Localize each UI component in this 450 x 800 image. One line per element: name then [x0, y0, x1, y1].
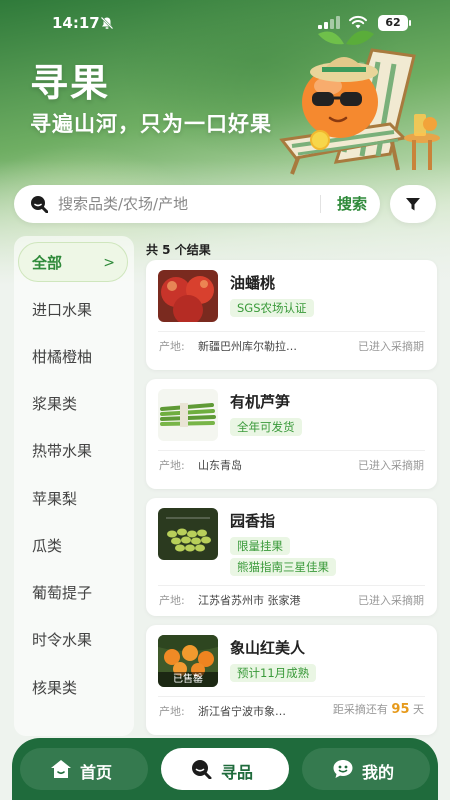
- category-sidebar: 全部 > 进口水果 柑橘橙柚 浆果类 热带水果 苹果梨 瓜类 葡萄提子 时令水果…: [14, 236, 134, 736]
- origin-value: 山东青岛: [198, 459, 242, 472]
- search-divider: [320, 195, 321, 213]
- product-image: [158, 270, 218, 322]
- search-bar: 搜索: [14, 185, 380, 223]
- nav-label: 首页: [80, 763, 113, 782]
- search-icon: [31, 196, 48, 213]
- mute-bell-icon: [100, 16, 114, 30]
- origin-label: 产地:: [159, 594, 185, 607]
- sidebar-item-all[interactable]: 全部 >: [18, 242, 128, 282]
- origin-label: 产地:: [159, 459, 185, 472]
- card-divider: [158, 331, 425, 332]
- product-name: 有机芦笋: [230, 393, 291, 411]
- sidebar-item-label: 葡萄提子: [32, 584, 93, 602]
- product-image: 已售罄: [158, 635, 218, 687]
- sidebar-item-label: 瓜类: [32, 537, 63, 555]
- harvest-countdown: 距采摘还有 95 天: [333, 701, 424, 717]
- card-divider: [158, 450, 425, 451]
- harvest-status: 已进入采摘期: [358, 340, 424, 353]
- product-tag: 熊猫指南三星佳果: [230, 558, 336, 576]
- product-image: [158, 508, 218, 560]
- sidebar-item-label: 进口水果: [32, 301, 93, 319]
- product-card[interactable]: 有机芦笋 全年可发货 产地: 山东青岛 已进入采摘期: [146, 379, 437, 489]
- sidebar-item-tropical[interactable]: 热带水果: [14, 431, 134, 471]
- search-icon: [192, 760, 212, 779]
- sidebar-item-berries[interactable]: 浆果类: [14, 384, 134, 424]
- origin-value: 江苏省苏州市 张家港: [198, 594, 301, 607]
- harvest-status: 已进入采摘期: [358, 459, 424, 472]
- product-name: 油蟠桃: [230, 274, 276, 292]
- chat-icon: [333, 760, 353, 778]
- card-divider: [158, 696, 425, 697]
- card-divider: [158, 585, 425, 586]
- product-name: 象山红美人: [230, 639, 306, 657]
- sidebar-item-label: 柑橘橙柚: [32, 348, 93, 366]
- sidebar-item-seasonal[interactable]: 时令水果: [14, 620, 134, 660]
- bottom-nav: 首页 寻品 我的: [12, 738, 438, 800]
- origin-value: 新疆巴州库尔勒拉…: [198, 340, 297, 353]
- product-card[interactable]: 油蟠桃 SGS农场认证 产地: 新疆巴州库尔勒拉… 已进入采摘期: [146, 260, 437, 370]
- nav-explore[interactable]: 寻品: [161, 748, 289, 790]
- sidebar-item-citrus[interactable]: 柑橘橙柚: [14, 337, 134, 377]
- origin-label: 产地:: [159, 705, 185, 718]
- nav-home[interactable]: 首页: [20, 748, 148, 790]
- filter-icon: [406, 198, 420, 211]
- countdown-prefix: 距采摘还有: [332, 703, 388, 716]
- origin-label: 产地:: [159, 340, 185, 353]
- sidebar-item-label: 热带水果: [32, 442, 93, 460]
- sidebar-item-label: 浆果类: [32, 395, 78, 413]
- product-tag: 全年可发货: [230, 418, 302, 436]
- status-time: 14:17: [52, 14, 100, 32]
- product-tag: SGS农场认证: [230, 299, 314, 317]
- sidebar-item-label: 苹果梨: [32, 490, 78, 508]
- product-card[interactable]: 园香指 限量挂果 熊猫指南三星佳果 产地: 江苏省苏州市 张家港 已进入采摘期: [146, 498, 437, 616]
- countdown-days: 95: [391, 702, 410, 717]
- harvest-status: 已进入采摘期: [358, 594, 424, 607]
- nav-label: 寻品: [221, 763, 254, 782]
- sidebar-item-label: 核果类: [32, 679, 78, 697]
- sidebar-item-apple-pear[interactable]: 苹果梨: [14, 479, 134, 519]
- countdown-suffix: 天: [413, 703, 424, 716]
- product-tag: 预计11月成熟: [230, 664, 317, 682]
- orange-mascot-illustration: [279, 30, 440, 175]
- sidebar-item-label: 全部: [32, 254, 63, 272]
- origin-value: 浙江省宁波市象…: [198, 705, 286, 718]
- sidebar-item-label: 时令水果: [32, 631, 93, 649]
- sold-out-badge: 已售罄: [158, 672, 218, 687]
- page-title: 寻果: [30, 61, 111, 105]
- sidebar-item-grapes[interactable]: 葡萄提子: [14, 573, 134, 613]
- product-card[interactable]: 已售罄 象山红美人 预计11月成熟 产地: 浙江省宁波市象… 距采摘还有 95 …: [146, 625, 437, 735]
- home-icon: [51, 760, 71, 778]
- result-count: 共 5 个结果: [146, 243, 211, 257]
- filter-button[interactable]: [390, 185, 436, 223]
- sidebar-item-stone-fruit[interactable]: 核果类: [14, 668, 134, 708]
- search-button[interactable]: 搜索: [324, 185, 380, 223]
- sidebar-item-imported[interactable]: 进口水果: [14, 290, 134, 330]
- search-input[interactable]: [58, 185, 313, 223]
- hero-slogan: 寻遍山河，只为一口好果: [30, 112, 272, 136]
- product-name: 园香指: [230, 512, 276, 530]
- product-tag: 限量挂果: [230, 537, 290, 555]
- nav-profile[interactable]: 我的: [302, 748, 430, 790]
- product-image: [158, 389, 218, 441]
- sidebar-item-melons[interactable]: 瓜类: [14, 526, 134, 566]
- nav-label: 我的: [362, 763, 395, 782]
- chevron-right-icon: >: [103, 255, 115, 271]
